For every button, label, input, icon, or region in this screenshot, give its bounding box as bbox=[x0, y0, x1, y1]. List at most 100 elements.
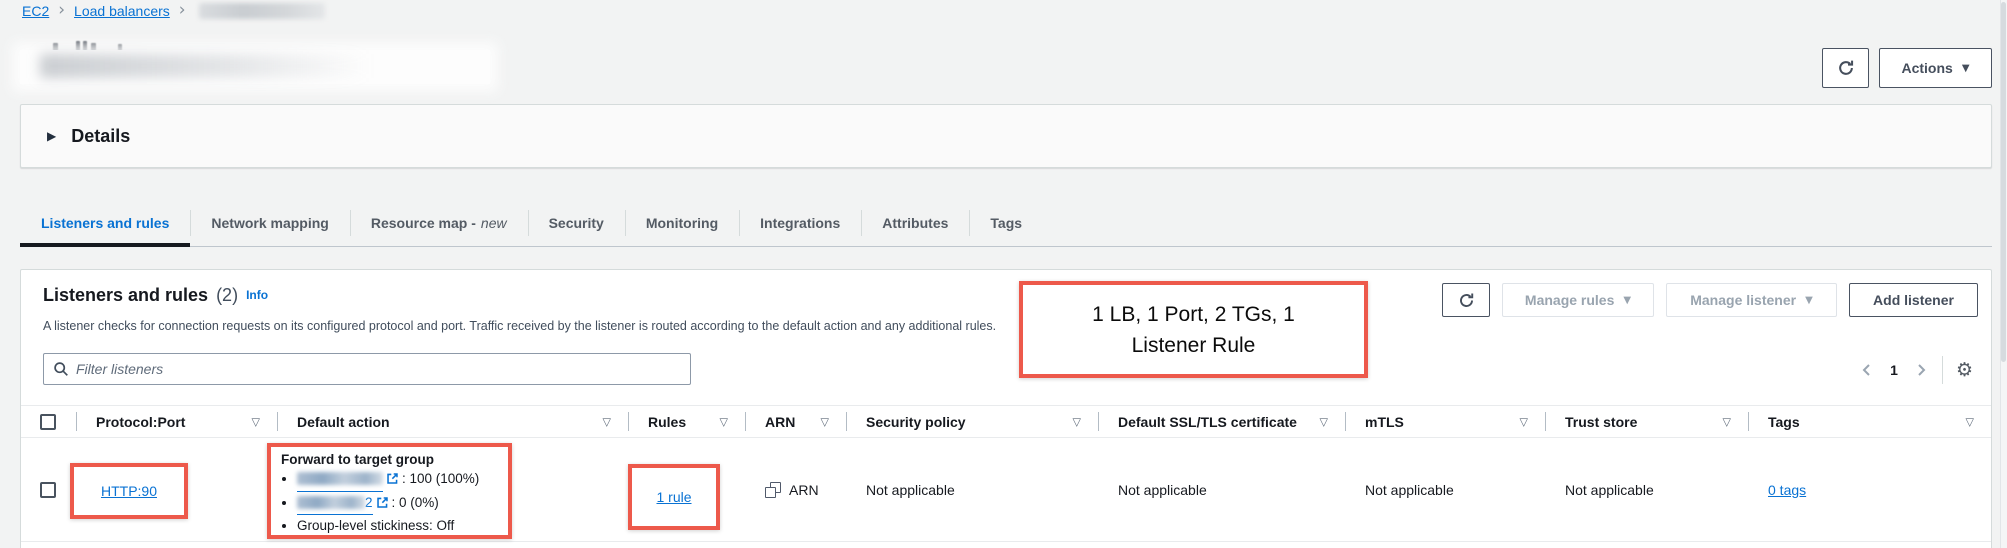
column-header-security-policy[interactable]: Security policy ▽ bbox=[846, 406, 1098, 437]
filter-box bbox=[43, 353, 691, 385]
breadcrumb-ec2-link[interactable]: EC2 bbox=[22, 3, 49, 19]
row-mtls-cell: Not applicable bbox=[1345, 438, 1545, 541]
tags-link[interactable]: 0 tags bbox=[1768, 482, 1806, 498]
chevron-down-icon: ▼ bbox=[1805, 296, 1813, 306]
tab-label: Integrations bbox=[760, 215, 840, 231]
mtls-value: Not applicable bbox=[1365, 482, 1454, 498]
tab-label: Monitoring bbox=[646, 215, 718, 231]
tab-label: Listeners and rules bbox=[41, 215, 169, 231]
row-checkbox[interactable] bbox=[40, 482, 56, 498]
column-header-protocol-port[interactable]: Protocol:Port ▽ bbox=[76, 406, 277, 437]
actions-button-label: Actions bbox=[1901, 60, 1952, 76]
default-action-title: Forward to target group bbox=[281, 452, 498, 467]
details-label: Details bbox=[71, 126, 130, 147]
tab-monitoring[interactable]: Monitoring bbox=[625, 199, 739, 246]
external-link-icon[interactable] bbox=[376, 494, 389, 516]
redacted-target-group-name bbox=[297, 472, 383, 485]
page-number[interactable]: 1 bbox=[1888, 362, 1900, 378]
page-refresh-button[interactable] bbox=[1822, 48, 1869, 88]
aws-console-page: { "breadcrumb": { "items": [ { "label": … bbox=[0, 0, 2007, 548]
column-label: Protocol:Port bbox=[96, 414, 185, 430]
refresh-icon bbox=[1458, 292, 1475, 309]
column-header-mtls[interactable]: mTLS ▽ bbox=[1345, 406, 1545, 437]
breadcrumb-load-balancers-link[interactable]: Load balancers bbox=[74, 3, 170, 19]
select-all-checkbox[interactable] bbox=[40, 414, 56, 430]
expand-triangle-icon: ▶ bbox=[47, 129, 56, 143]
tab-attributes[interactable]: Attributes bbox=[861, 199, 969, 246]
tab-network-mapping[interactable]: Network mapping bbox=[190, 199, 349, 246]
annotation-note: 1 LB, 1 Port, 2 TGs, 1 Listener Rule bbox=[1019, 281, 1368, 378]
copy-icon bbox=[765, 482, 781, 498]
info-link[interactable]: Info bbox=[246, 288, 268, 302]
listener-link[interactable]: HTTP:90 bbox=[101, 483, 157, 499]
next-page-button[interactable] bbox=[1913, 362, 1929, 378]
sort-icon[interactable]: ▽ bbox=[1723, 415, 1731, 428]
tab-new-badge: new bbox=[481, 215, 507, 231]
stickiness-value: Group-level stickiness: Off bbox=[297, 518, 454, 533]
default-action-annotation: Forward to target group : 100 (100%) 2: … bbox=[267, 443, 512, 539]
column-label: Tags bbox=[1768, 414, 1800, 430]
panel-count: (2) bbox=[216, 285, 238, 306]
tab-listeners-and-rules[interactable]: Listeners and rules bbox=[20, 199, 190, 246]
protocol-port-annotation: HTTP:90 bbox=[70, 463, 188, 519]
details-expander[interactable]: ▶ Details bbox=[20, 104, 1992, 168]
column-label: Default action bbox=[297, 414, 390, 430]
sort-icon[interactable]: ▽ bbox=[1073, 415, 1081, 428]
tab-tags[interactable]: Tags bbox=[969, 199, 1043, 246]
scrollbar-thumb[interactable] bbox=[2001, 2, 2006, 362]
sort-icon[interactable]: ▽ bbox=[1966, 415, 1974, 428]
target-group-name-suffix: 2 bbox=[365, 495, 373, 510]
tab-resource-map[interactable]: Resource map - new bbox=[350, 199, 528, 246]
external-link-icon[interactable] bbox=[386, 470, 399, 492]
sort-icon[interactable]: ▽ bbox=[720, 415, 728, 428]
column-label: mTLS bbox=[1365, 414, 1404, 430]
column-header-default-action[interactable]: Default action ▽ bbox=[277, 406, 628, 437]
sort-icon[interactable]: ▽ bbox=[1320, 415, 1328, 428]
panel-toolbar: Manage rules ▼ Manage listener ▼ Add lis… bbox=[1442, 283, 1978, 317]
tab-integrations[interactable]: Integrations bbox=[739, 199, 861, 246]
certificate-value: Not applicable bbox=[1118, 482, 1207, 498]
tab-label: Security bbox=[549, 215, 604, 231]
sort-icon[interactable]: ▽ bbox=[252, 415, 260, 428]
column-header-trust-store[interactable]: Trust store ▽ bbox=[1545, 406, 1748, 437]
gear-icon[interactable]: ⚙ bbox=[1956, 361, 1973, 380]
column-header-arn[interactable]: ARN ▽ bbox=[745, 406, 846, 437]
sort-icon[interactable]: ▽ bbox=[603, 415, 611, 428]
manage-listener-button[interactable]: Manage listener ▼ bbox=[1666, 283, 1837, 317]
table-refresh-button[interactable] bbox=[1442, 283, 1490, 317]
breadcrumb: EC2 › Load balancers › bbox=[22, 3, 325, 19]
target-group-item: : 100 (100%) bbox=[297, 468, 498, 492]
actions-button[interactable]: Actions ▼ bbox=[1879, 48, 1992, 88]
target-group-link[interactable]: 2 bbox=[297, 492, 373, 516]
search-icon bbox=[53, 361, 69, 377]
breadcrumb-redacted-name bbox=[199, 3, 325, 19]
divider bbox=[1942, 356, 1943, 384]
vertical-scrollbar[interactable] bbox=[2000, 0, 2007, 548]
column-label: Rules bbox=[648, 414, 686, 430]
sort-icon[interactable]: ▽ bbox=[1520, 415, 1528, 428]
column-header-default-ssl-certificate[interactable]: Default SSL/TLS certificate ▽ bbox=[1098, 406, 1345, 437]
column-header-tags[interactable]: Tags ▽ bbox=[1748, 406, 1991, 437]
rules-link[interactable]: 1 rule bbox=[656, 489, 691, 505]
row-tags-cell: 0 tags bbox=[1748, 438, 1991, 541]
refresh-icon bbox=[1837, 59, 1855, 77]
tab-label: Attributes bbox=[882, 215, 948, 231]
add-listener-button[interactable]: Add listener bbox=[1849, 283, 1978, 317]
previous-page-button[interactable] bbox=[1859, 362, 1875, 378]
page-title-redacted bbox=[20, 38, 520, 88]
add-listener-label: Add listener bbox=[1873, 292, 1954, 308]
target-group-link[interactable] bbox=[297, 468, 383, 492]
filter-listeners-input[interactable] bbox=[76, 354, 690, 384]
row-select-cell bbox=[21, 438, 76, 541]
header-select-cell bbox=[21, 406, 76, 437]
annotation-line-1: 1 LB, 1 Port, 2 TGs, 1 bbox=[1092, 299, 1295, 330]
redacted-target-group-name bbox=[297, 496, 365, 509]
tab-security[interactable]: Security bbox=[528, 199, 625, 246]
pagination: 1 ⚙ bbox=[1859, 356, 1973, 384]
copy-arn-button[interactable]: ARN bbox=[765, 482, 819, 498]
sort-icon[interactable]: ▽ bbox=[821, 415, 829, 428]
manage-rules-button[interactable]: Manage rules ▼ bbox=[1502, 283, 1654, 317]
panel-heading: Listeners and rules (2) Info bbox=[43, 285, 268, 306]
column-header-rules[interactable]: Rules ▽ bbox=[628, 406, 745, 437]
rules-annotation: 1 rule bbox=[628, 464, 720, 530]
